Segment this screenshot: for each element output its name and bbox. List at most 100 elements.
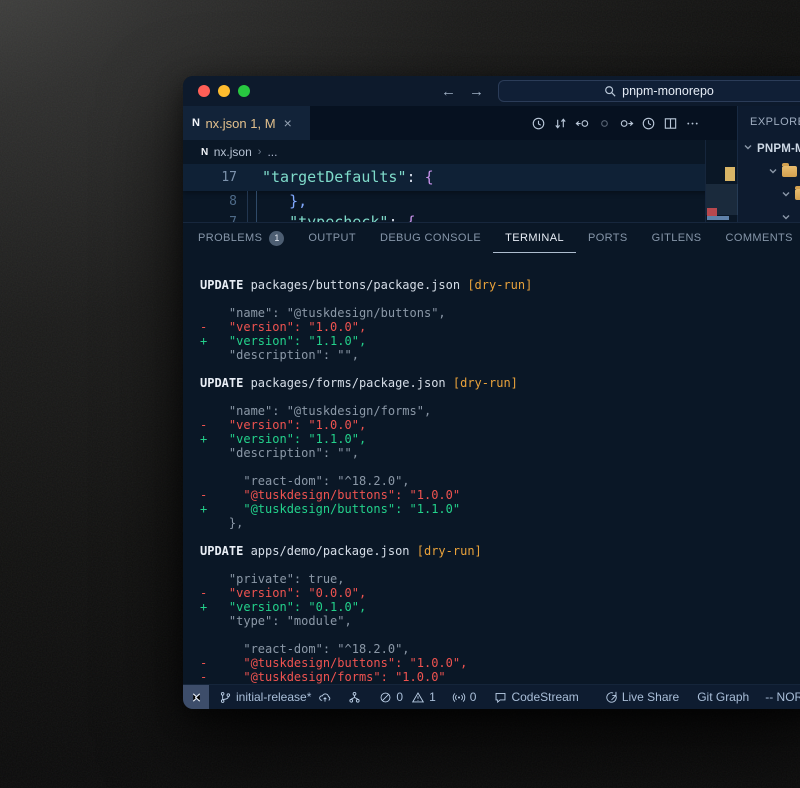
next-change-icon[interactable] bbox=[618, 115, 634, 131]
panel-tab-ports[interactable]: PORTS bbox=[576, 223, 640, 253]
cloud-upload-icon bbox=[318, 691, 332, 704]
breadcrumb-symbol[interactable]: ... bbox=[267, 145, 277, 159]
search-icon bbox=[604, 85, 616, 97]
terminal-line bbox=[200, 362, 800, 376]
code-line[interactable]: 7 "typecheck": { bbox=[183, 212, 737, 222]
maximize-window-button[interactable] bbox=[238, 85, 250, 97]
nx-file-icon: N bbox=[192, 117, 199, 129]
panel-tab-gitlens[interactable]: GITLENS bbox=[640, 223, 714, 253]
terminal-line bbox=[200, 628, 800, 642]
terminal-line: + "@tuskdesign/buttons": "1.1.0" bbox=[200, 502, 800, 516]
code-text: "targetDefaults": { bbox=[239, 164, 434, 191]
command-center-search[interactable]: pnpm-monorepo bbox=[498, 80, 800, 102]
code-line[interactable]: 17"targetDefaults": { bbox=[183, 164, 737, 191]
terminal-line: "description": "", bbox=[200, 348, 800, 362]
panel-tab-bar: PROBLEMS1OUTPUTDEBUG CONSOLETERMINALPORT… bbox=[183, 223, 800, 253]
editor-area: N nx.json › ... 17"targetDefaults": {8 }… bbox=[183, 140, 737, 222]
vscode-window: ← → pnpm-monorepo N nx.json 1, M × EXPLO… bbox=[183, 76, 800, 709]
run-file-icon[interactable] bbox=[640, 115, 656, 131]
terminal-line: + "version": "0.1.0", bbox=[200, 600, 800, 614]
terminal-line bbox=[200, 460, 800, 474]
live-share-status[interactable]: Live Share bbox=[605, 690, 679, 704]
close-window-button[interactable] bbox=[198, 85, 210, 97]
tab-nx-json[interactable]: N nx.json 1, M × bbox=[183, 106, 310, 140]
terminal-output[interactable]: UPDATE packages/buttons/package.json [dr… bbox=[183, 253, 800, 684]
terminal-line: - "@tuskdesign/buttons": "1.0.0", bbox=[200, 656, 800, 670]
terminal-line: - "@tuskdesign/buttons": "1.0.0" bbox=[200, 488, 800, 502]
forward-arrow-icon[interactable]: → bbox=[469, 83, 484, 100]
chevron-down-icon bbox=[781, 188, 791, 202]
gitlens-icon bbox=[348, 691, 361, 704]
chevron-down-icon bbox=[781, 211, 791, 223]
minimap[interactable] bbox=[705, 140, 737, 222]
git-branch-status[interactable]: initial-release* bbox=[219, 690, 332, 704]
back-arrow-icon[interactable]: ← bbox=[441, 83, 456, 100]
panel-tab-problems[interactable]: PROBLEMS1 bbox=[186, 223, 296, 253]
explorer-sidebar: EXPLORER PNPM-MONOREPO packages bbox=[737, 106, 800, 222]
minimap-text-block bbox=[707, 216, 729, 220]
terminal-line bbox=[200, 530, 800, 544]
terminal-line: }, bbox=[200, 516, 800, 530]
line-number: 8 bbox=[183, 191, 239, 212]
indent-guide-active bbox=[256, 191, 257, 222]
ports-status[interactable]: 0 bbox=[452, 690, 477, 704]
terminal-line: - "version": "1.0.0", bbox=[200, 320, 800, 334]
current-change-icon[interactable] bbox=[596, 115, 612, 131]
panel-tab-output[interactable]: OUTPUT bbox=[296, 223, 368, 253]
panel-tab-comments[interactable]: COMMENTS bbox=[714, 223, 800, 253]
code-editor[interactable]: 17"targetDefaults": {8 },7 "typecheck": … bbox=[183, 164, 737, 222]
comment-bubble-icon bbox=[494, 691, 507, 704]
terminal-line: "react-dom": "^18.2.0", bbox=[200, 474, 800, 488]
bottom-panel: PROBLEMS1OUTPUTDEBUG CONSOLETERMINALPORT… bbox=[183, 222, 800, 684]
gitlens-status[interactable] bbox=[348, 691, 361, 704]
code-line[interactable]: 8 }, bbox=[183, 191, 737, 212]
chevron-down-icon bbox=[743, 142, 753, 155]
problems-badge: 1 bbox=[269, 231, 284, 246]
workspace-title: pnpm-monorepo bbox=[622, 84, 714, 98]
terminal-line bbox=[200, 292, 800, 306]
git-branch-icon bbox=[219, 691, 232, 704]
breadcrumb-file[interactable]: nx.json bbox=[214, 145, 252, 159]
terminal-line: - "@tuskdesign/forms": "1.0.0" bbox=[200, 670, 800, 684]
timeline-history-icon[interactable] bbox=[530, 115, 546, 131]
panel-tab-debug-console[interactable]: DEBUG CONSOLE bbox=[368, 223, 493, 253]
chevron-down-icon bbox=[768, 165, 778, 179]
split-editor-icon[interactable] bbox=[662, 115, 678, 131]
problems-status[interactable]: 0 1 bbox=[379, 690, 435, 704]
status-bar: initial-release* 0 1 0 CodeStream Live S… bbox=[183, 684, 800, 709]
minimap-modified-marker bbox=[725, 167, 735, 181]
terminal-line: "name": "@tuskdesign/buttons", bbox=[200, 306, 800, 320]
terminal-line: UPDATE packages/buttons/package.json [dr… bbox=[200, 278, 800, 292]
error-count-icon bbox=[379, 691, 392, 704]
tab-label: nx.json 1, M bbox=[205, 116, 275, 131]
warning-count-icon bbox=[411, 691, 425, 704]
vim-mode-indicator: -- NORMAL -- bbox=[765, 690, 800, 704]
breadcrumb[interactable]: N nx.json › ... bbox=[183, 140, 737, 164]
codestream-status[interactable]: CodeStream bbox=[494, 690, 578, 704]
minimize-window-button[interactable] bbox=[218, 85, 230, 97]
terminal-line: + "version": "1.1.0", bbox=[200, 334, 800, 348]
terminal-line: - "version": "0.0.0", bbox=[200, 586, 800, 600]
terminal-line bbox=[200, 558, 800, 572]
git-graph-status[interactable]: Git Graph bbox=[697, 690, 749, 704]
sidebar-item-packages[interactable]: packages bbox=[738, 160, 800, 183]
terminal-line: UPDATE packages/forms/package.json [dry-… bbox=[200, 376, 800, 390]
sidebar-item-partial[interactable] bbox=[738, 206, 800, 222]
code-text: "typecheck": { bbox=[239, 212, 416, 222]
previous-change-icon[interactable] bbox=[574, 115, 590, 131]
sidebar-item-subfolder[interactable] bbox=[738, 183, 800, 206]
folder-icon bbox=[795, 189, 800, 200]
remote-indicator[interactable] bbox=[183, 685, 209, 710]
editor-actions-toolbar bbox=[530, 106, 700, 140]
more-actions-icon[interactable] bbox=[684, 115, 700, 131]
terminal-line: "private": true, bbox=[200, 572, 800, 586]
code-text: }, bbox=[239, 191, 307, 212]
git-compare-icon[interactable] bbox=[552, 115, 568, 131]
sidebar-item-root-folder[interactable]: PNPM-MONOREPO bbox=[738, 137, 800, 160]
panel-tab-terminal[interactable]: TERMINAL bbox=[493, 223, 576, 253]
live-share-icon bbox=[605, 691, 618, 704]
line-number: 17 bbox=[183, 164, 239, 191]
traffic-lights bbox=[198, 85, 250, 97]
terminal-line: "name": "@tuskdesign/forms", bbox=[200, 404, 800, 418]
tab-close-icon[interactable]: × bbox=[284, 115, 292, 131]
